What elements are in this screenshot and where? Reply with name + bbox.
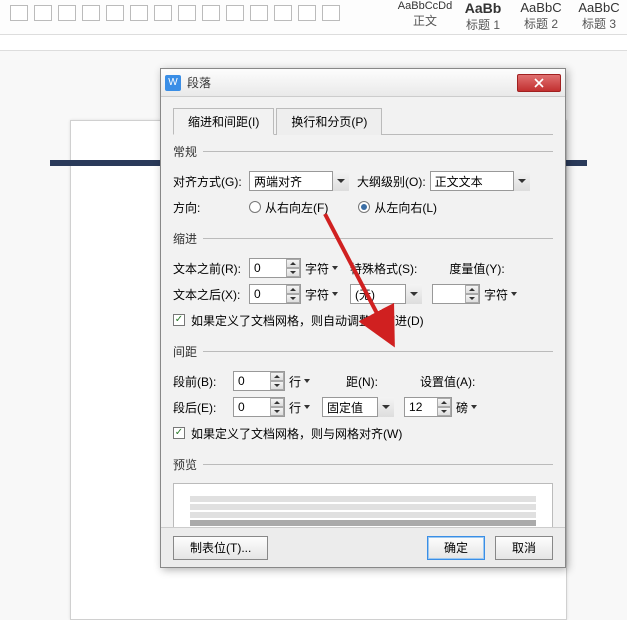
indent-grid-checkbox[interactable] [173, 314, 185, 326]
group-legend: 预览 [173, 456, 203, 473]
unit-selector[interactable]: 行 [289, 373, 310, 390]
app-icon: W [165, 75, 181, 91]
tool-icon[interactable] [130, 5, 148, 21]
tab-page-break[interactable]: 换行和分页(P) [276, 108, 382, 135]
lineheight-value[interactable] [322, 397, 394, 417]
unit-selector[interactable]: 字符 [305, 286, 338, 303]
unit-selector[interactable]: 字符 [484, 286, 517, 303]
lineheight-label: 距(N): [346, 373, 378, 390]
group-legend: 常规 [173, 143, 203, 160]
dialog-title: 段落 [187, 74, 517, 91]
outline-select[interactable] [430, 171, 530, 191]
group-legend: 间距 [173, 343, 203, 360]
close-button[interactable] [517, 74, 561, 92]
toolbar-icons [10, 5, 340, 21]
ok-button[interactable]: 确定 [427, 536, 485, 560]
tool-icon[interactable] [82, 5, 100, 21]
unit-selector[interactable]: 字符 [305, 260, 338, 277]
indent-after-label: 文本之后(X): [173, 286, 245, 303]
app-toolbar: AaBbCcDd正文 AaBb标题 1 AaBbC标题 2 AaBbC标题 3 [0, 0, 627, 35]
paragraph-dialog: W 段落 缩进和间距(I) 换行和分页(P) 常规 对齐方式(G): 大纲级别(… [160, 68, 566, 568]
general-group: 常规 对齐方式(G): 大纲级别(O): 方向: 从右向左(F) [173, 143, 553, 222]
tab-strip: 缩进和间距(I) 换行和分页(P) [173, 107, 553, 135]
style-option[interactable]: AaBb标题 1 [455, 0, 511, 32]
space-before-stepper[interactable] [233, 371, 285, 391]
lineheight-select[interactable] [322, 397, 394, 417]
tool-icon[interactable] [106, 5, 124, 21]
indent-group: 缩进 文本之前(R): 字符 特殊格式(S): 度量值(Y): 文本之后(X):… [173, 230, 553, 335]
special-value[interactable] [350, 284, 422, 304]
tool-icon[interactable] [178, 5, 196, 21]
ruler [0, 35, 627, 51]
special-label: 特殊格式(S): [350, 260, 417, 277]
tabs-button[interactable]: 制表位(T)... [173, 536, 268, 560]
tool-icon[interactable] [226, 5, 244, 21]
measure-stepper[interactable] [432, 284, 480, 304]
indent-after-stepper[interactable] [249, 284, 301, 304]
spacing-grid-checkbox[interactable] [173, 427, 185, 439]
style-option[interactable]: AaBbC标题 3 [571, 0, 627, 32]
space-after-label: 段后(E): [173, 399, 229, 416]
style-option[interactable]: AaBbC标题 2 [513, 0, 569, 32]
outline-label: 大纲级别(O): [357, 173, 426, 190]
align-value[interactable] [249, 171, 349, 191]
outline-value[interactable] [430, 171, 530, 191]
space-after-stepper[interactable] [233, 397, 285, 417]
rtl-label: 从右向左(F) [265, 199, 328, 216]
cancel-button[interactable]: 取消 [495, 536, 553, 560]
align-select[interactable] [249, 171, 349, 191]
spacing-group: 间距 段前(B): 行 距(N): 设置值(A): 段后(E): 行 [173, 343, 553, 448]
rtl-radio[interactable] [249, 201, 261, 213]
unit-selector[interactable]: 行 [289, 399, 310, 416]
ltr-label: 从左向右(L) [374, 199, 437, 216]
align-label: 对齐方式(G): [173, 173, 245, 190]
special-select[interactable] [350, 284, 422, 304]
indent-before-stepper[interactable] [249, 258, 301, 278]
style-option[interactable]: AaBbCcDd正文 [397, 0, 453, 32]
tab-indent-spacing[interactable]: 缩进和间距(I) [173, 108, 274, 135]
measure-label: 度量值(Y): [449, 260, 504, 277]
tool-icon[interactable] [154, 5, 172, 21]
ltr-radio[interactable] [358, 201, 370, 213]
tool-icon[interactable] [250, 5, 268, 21]
tool-icon[interactable] [58, 5, 76, 21]
dialog-footer: 制表位(T)... 确定 取消 [161, 527, 565, 567]
group-legend: 缩进 [173, 230, 203, 247]
tool-icon[interactable] [10, 5, 28, 21]
styles-gallery[interactable]: AaBbCcDd正文 AaBb标题 1 AaBbC标题 2 AaBbC标题 3 [397, 0, 627, 32]
setvalue-label: 设置值(A): [420, 373, 475, 390]
tool-icon[interactable] [322, 5, 340, 21]
tool-icon[interactable] [298, 5, 316, 21]
space-before-label: 段前(B): [173, 373, 229, 390]
dialog-titlebar[interactable]: W 段落 [161, 69, 565, 97]
tool-icon[interactable] [202, 5, 220, 21]
unit-selector[interactable]: 磅 [456, 399, 477, 416]
dialog-body: 缩进和间距(I) 换行和分页(P) 常规 对齐方式(G): 大纲级别(O): 方… [161, 97, 565, 577]
indent-grid-label: 如果定义了文档网格，则自动调整右缩进(D) [191, 312, 424, 329]
spacing-grid-label: 如果定义了文档网格，则与网格对齐(W) [191, 425, 402, 442]
direction-label: 方向: [173, 199, 245, 216]
indent-before-label: 文本之前(R): [173, 260, 245, 277]
tool-icon[interactable] [274, 5, 292, 21]
tool-icon[interactable] [34, 5, 52, 21]
setvalue-stepper[interactable] [404, 397, 452, 417]
